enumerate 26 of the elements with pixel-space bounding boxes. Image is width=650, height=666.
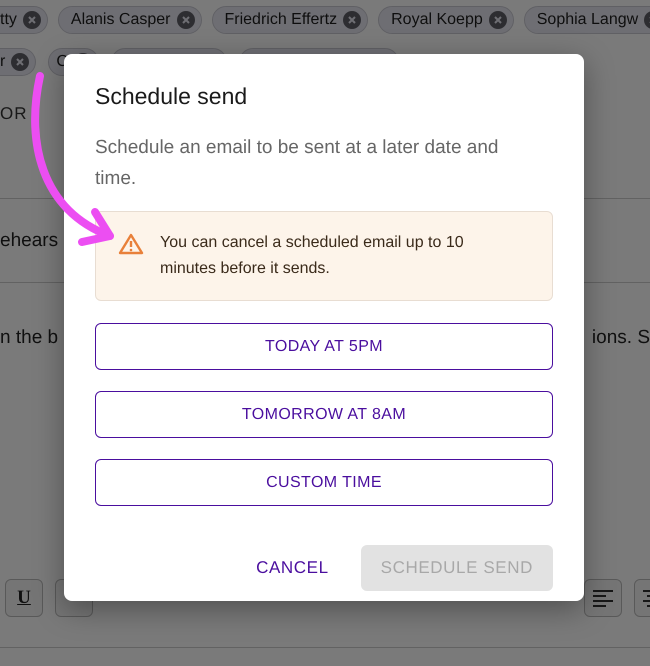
time-option-button[interactable]: TODAY AT 5PM xyxy=(95,323,553,370)
time-option-button[interactable]: CUSTOM TIME xyxy=(95,459,553,506)
warning-icon xyxy=(118,233,144,255)
cancel-button[interactable]: CANCEL xyxy=(236,545,349,591)
align-left-button[interactable] xyxy=(584,578,622,616)
body-text: n the b xyxy=(0,327,58,349)
recipient-chip[interactable]: Sophia Langw xyxy=(524,6,650,34)
dialog-description: Schedule an email to be sent at a later date and time. xyxy=(95,136,500,191)
time-option-button[interactable]: TOMORROW AT 8AM xyxy=(95,391,553,438)
recipient-chip[interactable]: Alanis Casper xyxy=(58,6,202,34)
dialog-title: Schedule send xyxy=(95,82,248,111)
remove-icon[interactable] xyxy=(488,11,507,29)
recipient-chip[interactable]: Friedrich Effertz xyxy=(212,6,368,34)
alert-text: You can cancel a scheduled email up to 10 minutes before it sends. xyxy=(160,233,465,279)
recipient-chip[interactable]: r xyxy=(0,48,36,76)
body-text: ions. S xyxy=(592,327,650,349)
body-text: ehears xyxy=(0,230,58,252)
recipient-chip[interactable]: Royal Koepp xyxy=(378,6,514,34)
underline-button[interactable]: U xyxy=(5,578,43,616)
section-label: OR xyxy=(0,104,28,124)
remove-icon[interactable] xyxy=(176,11,194,29)
remove-icon[interactable] xyxy=(343,11,362,29)
align-left-icon xyxy=(592,588,614,606)
recipient-chip[interactable]: tty xyxy=(0,6,48,34)
remove-icon[interactable] xyxy=(22,11,41,29)
remove-icon[interactable] xyxy=(11,53,30,71)
